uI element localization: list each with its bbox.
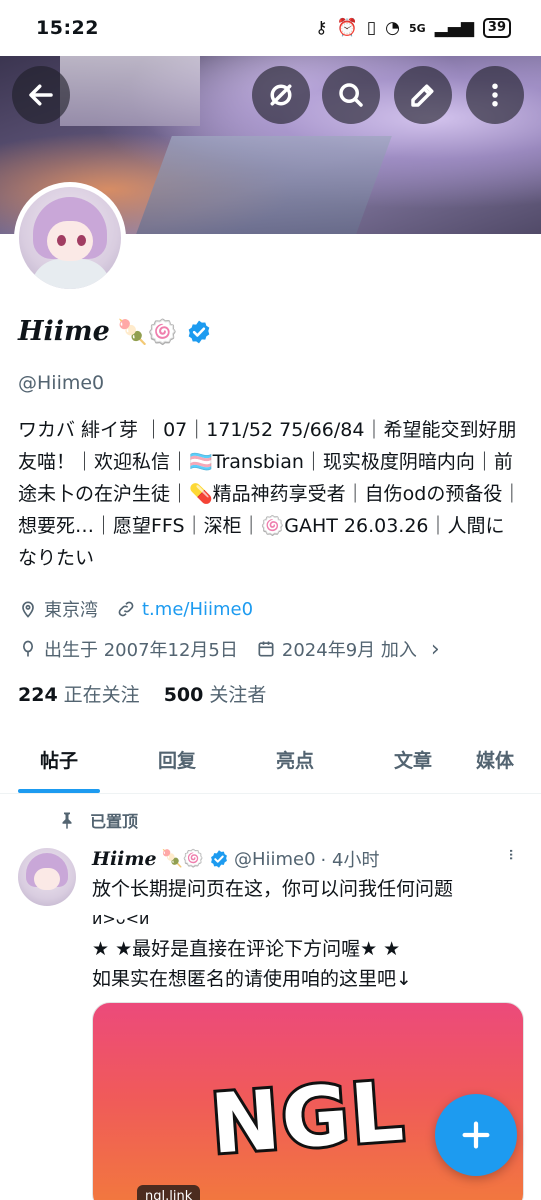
- post-time: · 4小时: [320, 850, 380, 871]
- tab-posts[interactable]: 帖子: [0, 736, 118, 793]
- media-link-tag: ngl.link: [137, 1185, 201, 1200]
- balloon-icon: [23, 640, 33, 657]
- post-more-icon[interactable]: ···: [500, 848, 521, 859]
- pin-icon: [62, 812, 72, 829]
- avatar-image: [19, 187, 121, 289]
- following-label: 正在关注: [63, 684, 140, 706]
- birthday-joined-row[interactable]: 出生于 2007年12月5日 2024年9月 加入 ›: [18, 636, 440, 662]
- wifi-icon: ◔: [385, 18, 400, 38]
- post-header: Hiime 🍡🍥 @Hiime0 · 4小时: [92, 846, 379, 872]
- post-author-emojis: 🍡🍥: [161, 849, 204, 869]
- banner-building: [60, 56, 200, 126]
- location-link-row: 東京湾 t.me/Hiime0: [18, 596, 253, 622]
- followers-label: 关注者: [209, 684, 267, 706]
- post-text-line: 如果实在想匿名的请使用咱的这里吧↓: [92, 968, 412, 990]
- followers-stat[interactable]: 500 关注者: [164, 680, 267, 707]
- display-name: Hiime: [18, 316, 110, 347]
- profile-avatar[interactable]: [14, 182, 126, 294]
- vibrate-icon: ▯: [366, 18, 377, 38]
- fediverse-button[interactable]: [252, 66, 310, 124]
- more-vertical-icon: [492, 83, 498, 107]
- verified-badge-icon[interactable]: [186, 319, 212, 345]
- post-author-name[interactable]: Hiime: [92, 848, 157, 870]
- fediverse-icon: [270, 84, 292, 106]
- profile-bio: ワカバ 緋イ芽 ｜07｜171/52 75/66/84｜希望能交到好朋友喵！｜欢…: [18, 419, 522, 569]
- birthday-text: 出生于 2007年12月5日: [44, 640, 238, 661]
- location-icon: [22, 601, 34, 618]
- profile-handle: @Hiime0: [18, 372, 105, 394]
- tab-replies[interactable]: 回复: [118, 736, 236, 793]
- banner-river: [128, 136, 392, 234]
- profile-name-row: Hiime 🍡🍥: [18, 316, 212, 347]
- tab-media[interactable]: 媒体: [472, 736, 541, 793]
- plus-icon: [462, 1121, 490, 1149]
- pinned-label-row: 已置顶: [58, 808, 138, 832]
- status-icons: ⚷ ⏰ ▯ ◔ 5G ▂▄▆ 39: [315, 18, 511, 38]
- following-stat[interactable]: 224 正在关注: [18, 680, 140, 707]
- link-icon: [118, 601, 134, 617]
- edit-icon: [411, 84, 434, 107]
- network-label: 5G: [408, 21, 426, 35]
- search-button[interactable]: [322, 66, 380, 124]
- signal-icon: ▂▄▆: [434, 18, 474, 38]
- verified-badge-icon: [211, 850, 227, 868]
- key-icon: ⚷: [315, 18, 328, 38]
- name-emojis: 🍡🍥: [117, 317, 178, 346]
- back-button[interactable]: [12, 66, 70, 124]
- post-text-line: ᴎ>ᴗ<ᴎ: [92, 909, 150, 928]
- alarm-icon: ⏰: [336, 18, 358, 38]
- following-count: 224: [18, 684, 58, 706]
- profile-tabs: 帖子 回复 亮点 文章 媒体: [0, 736, 541, 794]
- post-text-line: ★ ★最好是直接在评论下方问喔★ ★: [92, 938, 401, 960]
- compose-button[interactable]: [435, 1094, 517, 1176]
- follow-stats: 224 正在关注 500 关注者: [18, 680, 266, 707]
- edit-button[interactable]: [394, 66, 452, 124]
- profile-link[interactable]: t.me/Hiime0: [142, 599, 253, 620]
- post-author-handle: @Hiime0: [233, 848, 316, 870]
- post-body: 放个长期提问页在这，你可以问我任何问题 ᴎ>ᴗ<ᴎ ★ ★最好是直接在评论下方问…: [92, 874, 522, 994]
- joined-text: 2024年9月 加入: [281, 640, 417, 661]
- status-time: 15:22: [36, 17, 99, 39]
- tab-highlights[interactable]: 亮点: [236, 736, 354, 793]
- status-bar: 15:22 ⚷ ⏰ ▯ ◔ 5G ▂▄▆ 39: [0, 0, 541, 56]
- arrow-left-icon: [29, 84, 53, 106]
- calendar-icon: [258, 641, 274, 657]
- chevron-right-icon: ›: [430, 636, 440, 662]
- search-icon: [339, 83, 363, 107]
- pinned-label: 已置顶: [90, 812, 139, 831]
- media-title: NGL: [205, 1061, 411, 1175]
- more-options-button[interactable]: [466, 66, 524, 124]
- post-author-avatar[interactable]: [18, 848, 76, 906]
- battery-level: 39: [482, 18, 511, 38]
- followers-count: 500: [163, 684, 204, 706]
- location-text: 東京湾: [44, 600, 98, 621]
- tab-articles[interactable]: 文章: [354, 736, 472, 793]
- post-text-line: 放个长期提问页在这，你可以问我任何问题: [92, 878, 454, 900]
